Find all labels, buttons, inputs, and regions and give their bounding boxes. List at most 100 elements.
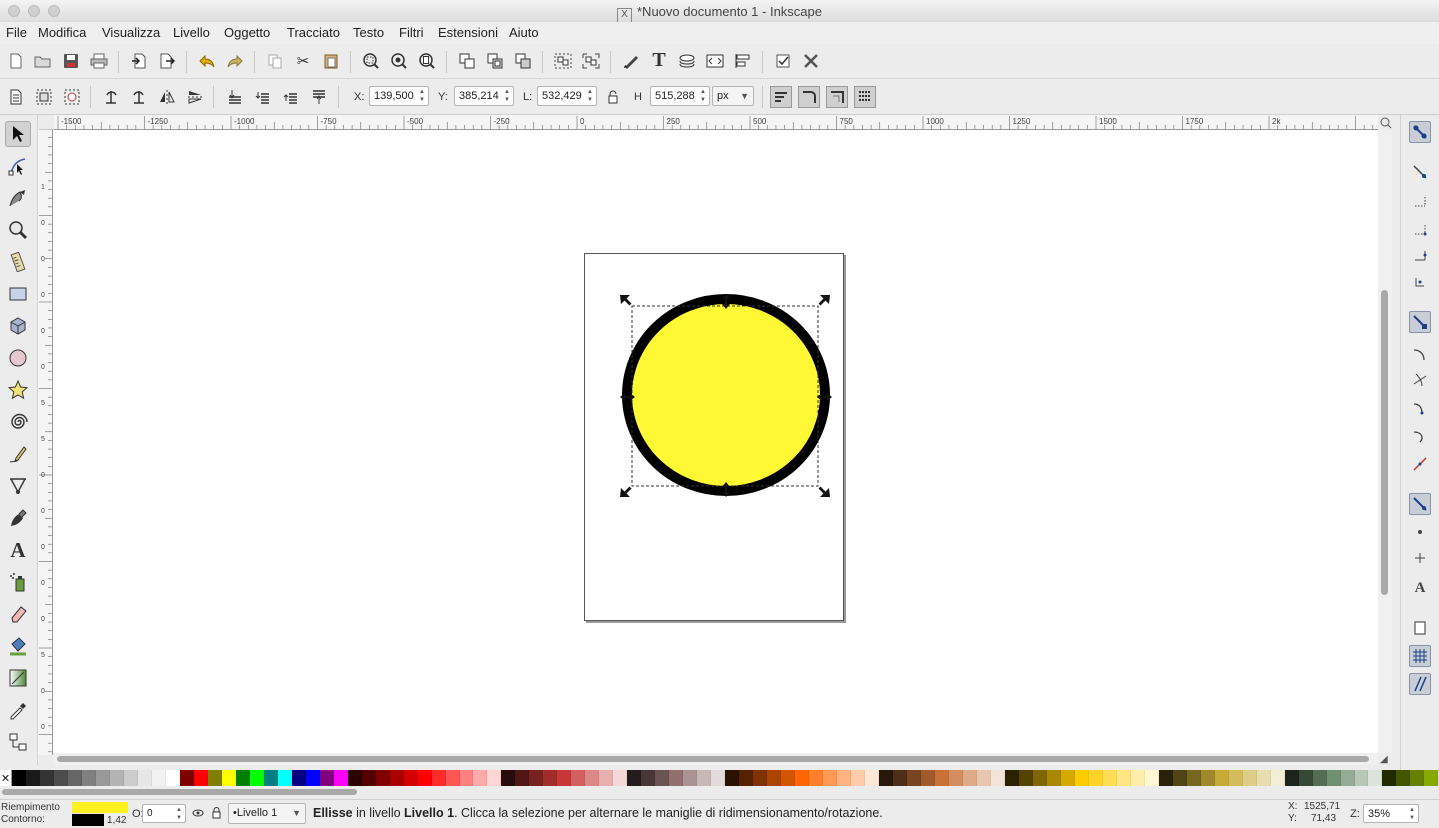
palette-scroll-thumb[interactable] [2, 789, 357, 795]
palette-swatch[interactable] [962, 770, 977, 786]
snap-line-midpoints-icon[interactable] [1409, 453, 1431, 475]
palette-swatch[interactable] [879, 770, 894, 786]
handle-bottom-right-icon[interactable] [818, 486, 831, 498]
menu-livello[interactable]: Livello [173, 25, 210, 40]
palette-swatch[interactable] [431, 770, 446, 786]
palette-swatch[interactable] [613, 770, 628, 786]
menu-visualizza[interactable]: Visualizza [102, 25, 160, 40]
snap-others-icon[interactable] [1409, 493, 1431, 515]
text-font-icon[interactable]: T [648, 49, 670, 71]
palette-swatch[interactable] [473, 770, 488, 786]
new-document-icon[interactable] [5, 50, 27, 72]
export-icon[interactable] [156, 50, 178, 72]
clone-icon[interactable] [484, 50, 506, 72]
scale-corners-toggle[interactable] [798, 86, 820, 108]
palette-swatch[interactable] [445, 770, 460, 786]
palette-swatch[interactable] [207, 770, 222, 786]
selected-ellipse-group[interactable] [600, 285, 850, 505]
palette-swatch[interactable] [179, 770, 194, 786]
stroke-width-value[interactable]: 1,42 [107, 815, 126, 826]
palette-swatch[interactable] [990, 770, 1005, 786]
height-input[interactable]: 515,288 ▲ ▼ [650, 86, 710, 106]
menu-estensioni[interactable]: Estensioni [438, 25, 498, 40]
palette-swatch[interactable] [249, 770, 264, 786]
xml-editor-icon[interactable] [704, 50, 726, 72]
no-paint-icon[interactable]: ✕ [0, 770, 12, 786]
zoom-drawing-icon[interactable] [388, 50, 410, 72]
open-icon[interactable] [32, 50, 54, 72]
palette-swatch[interactable] [1382, 770, 1397, 786]
width-input[interactable]: 532,429 ▲ ▼ [537, 86, 597, 106]
zoom-page-icon[interactable] [416, 50, 438, 72]
snap-bbox-edges-icon[interactable] [1409, 191, 1431, 213]
copy-icon[interactable] [264, 50, 286, 72]
resize-corner-icon[interactable]: ◢ [1380, 754, 1388, 765]
palette-swatch[interactable] [1200, 770, 1215, 786]
palette-swatch[interactable] [361, 770, 376, 786]
raise-to-top-icon[interactable] [308, 86, 330, 108]
fill-swatch[interactable] [72, 802, 128, 813]
x-spin-arrows-icon[interactable]: ▲ ▼ [417, 88, 427, 104]
palette-swatch[interactable] [67, 770, 82, 786]
palette-swatch[interactable] [1214, 770, 1229, 786]
palette-swatch[interactable] [1270, 770, 1285, 786]
align-icon[interactable] [732, 50, 754, 72]
palette-swatch[interactable] [221, 770, 236, 786]
vertical-scroll-thumb[interactable] [1381, 290, 1388, 595]
group-icon[interactable] [552, 50, 574, 72]
eraser-tool-icon[interactable] [5, 601, 31, 627]
pen-tool-icon[interactable] [5, 473, 31, 499]
palette-swatch[interactable] [305, 770, 320, 786]
palette-swatch[interactable] [417, 770, 432, 786]
palette-swatch[interactable] [1032, 770, 1047, 786]
palette-swatch[interactable] [837, 770, 852, 786]
palette-swatch[interactable] [1410, 770, 1425, 786]
snap-enable-icon[interactable] [1409, 121, 1431, 143]
palette-swatch[interactable] [920, 770, 935, 786]
palette-swatch[interactable] [347, 770, 362, 786]
opacity-spin-arrows-icon[interactable]: ▲ ▼ [174, 806, 184, 821]
palette-swatch[interactable] [1060, 770, 1075, 786]
palette-swatch[interactable] [948, 770, 963, 786]
stroke-swatch[interactable] [72, 814, 104, 826]
palette-swatch[interactable] [137, 770, 152, 786]
raise-icon[interactable] [280, 86, 302, 108]
tweak-tool-icon[interactable] [5, 185, 31, 211]
palette-swatch[interactable] [1018, 770, 1033, 786]
palette-swatch[interactable] [277, 770, 292, 786]
ellipse-tool-icon[interactable] [5, 345, 31, 371]
palette-swatch[interactable] [501, 770, 516, 786]
palette-swatch[interactable] [1326, 770, 1341, 786]
height-spin-arrows-icon[interactable]: ▲ ▼ [698, 88, 708, 104]
palette-swatch[interactable] [557, 770, 572, 786]
snap-bbox-corners-icon[interactable] [1409, 219, 1431, 241]
layer-lock-icon[interactable] [211, 806, 222, 822]
palette-swatch[interactable] [865, 770, 880, 786]
preferences-icon[interactable] [772, 50, 794, 72]
palette-swatch[interactable] [599, 770, 614, 786]
dropper-tool-icon[interactable] [5, 697, 31, 723]
palette-swatch[interactable] [1144, 770, 1159, 786]
horizontal-scrollbar[interactable] [53, 753, 1378, 765]
snap-smooth-nodes-icon[interactable] [1409, 425, 1431, 447]
palette-swatch[interactable] [109, 770, 124, 786]
lower-icon[interactable] [252, 86, 274, 108]
x-input[interactable]: 139,500 ▲ ▼ [369, 86, 429, 106]
palette-swatch[interactable] [515, 770, 530, 786]
palette-swatch[interactable] [403, 770, 418, 786]
menu-modifica[interactable]: Modifica [38, 25, 86, 40]
palette-swatch[interactable] [767, 770, 782, 786]
scale-stroke-toggle[interactable] [770, 86, 792, 108]
palette-swatch[interactable] [1186, 770, 1201, 786]
snap-object-midpoints-icon[interactable] [1409, 521, 1431, 543]
select-all-icon[interactable] [5, 86, 27, 108]
lower-to-bottom-icon[interactable] [224, 86, 246, 108]
star-tool-icon[interactable] [5, 377, 31, 403]
snap-paths-icon[interactable] [1409, 343, 1431, 365]
palette-swatch[interactable] [1172, 770, 1187, 786]
palette-swatch[interactable] [1354, 770, 1369, 786]
palette-swatch[interactable] [1284, 770, 1299, 786]
unlink-clone-icon[interactable] [512, 50, 534, 72]
fill-stroke-icon[interactable] [620, 50, 642, 72]
palette-swatch[interactable] [151, 770, 166, 786]
